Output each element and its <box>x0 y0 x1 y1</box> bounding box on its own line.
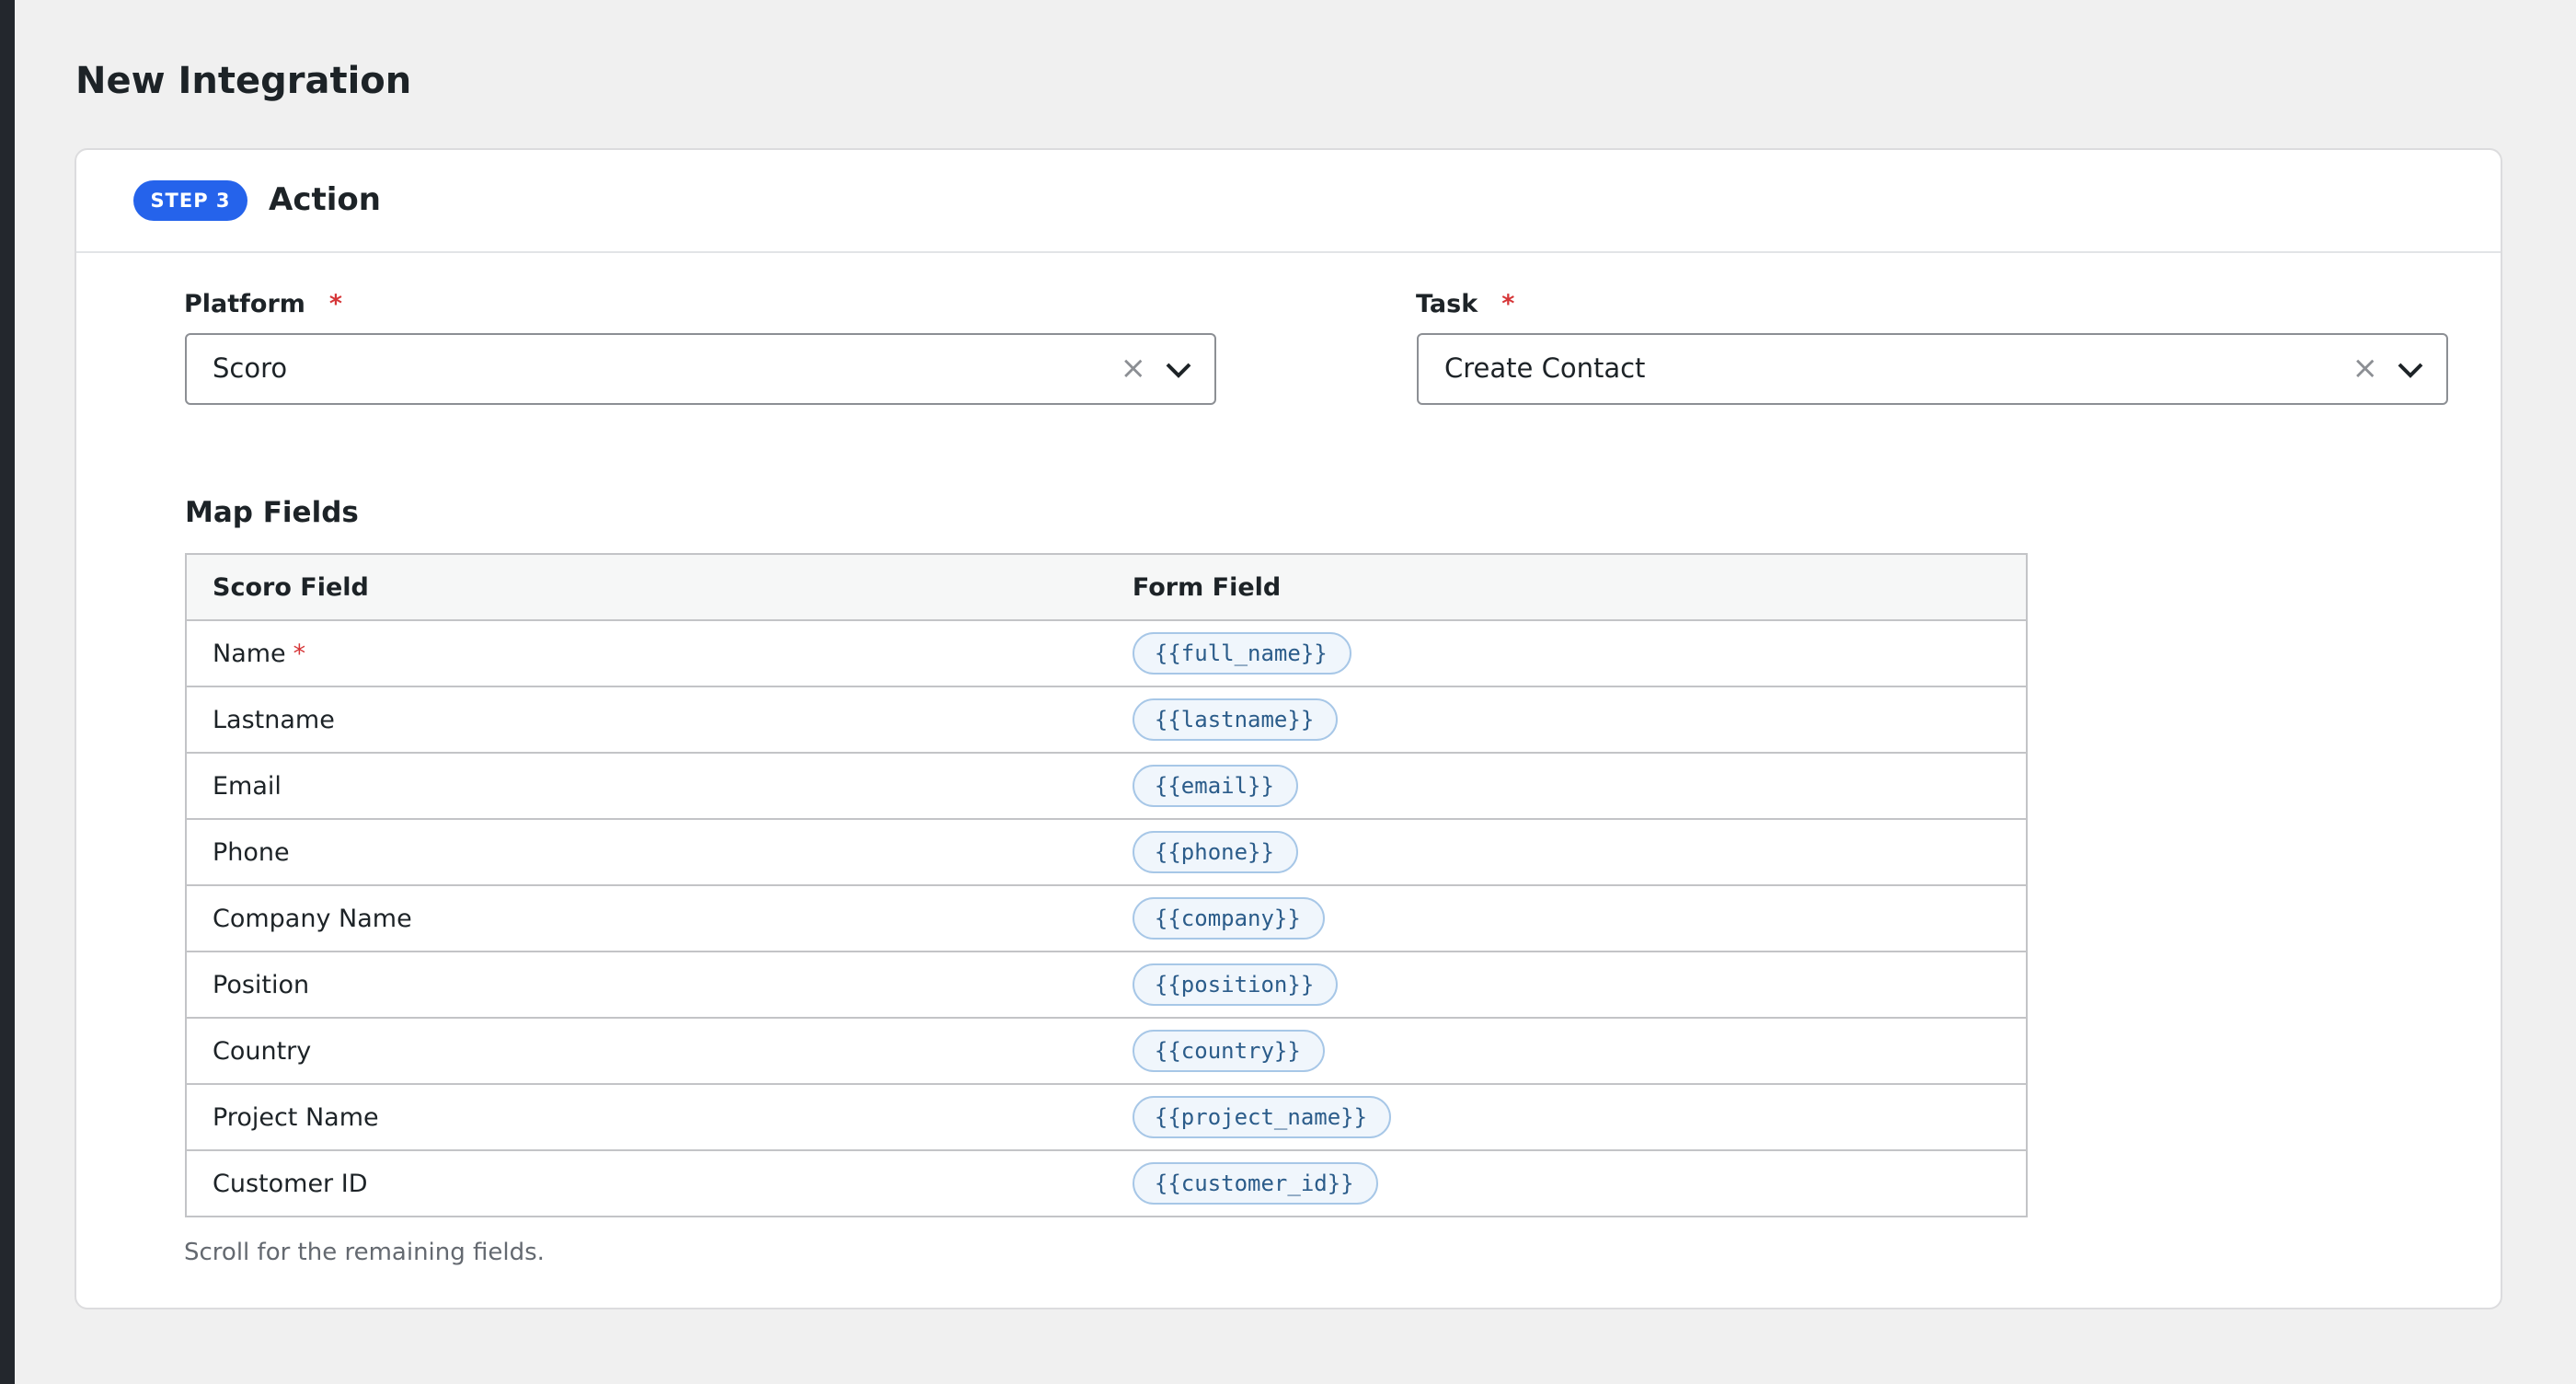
close-icon[interactable]: × <box>2352 352 2379 385</box>
form-field-token[interactable]: {{country}} <box>1132 1030 1325 1072</box>
scoro-field-cell: Position <box>186 952 1107 1019</box>
scoro-field-name: Email <box>213 771 282 801</box>
column-header-scoro-field: Scoro Field <box>186 554 1107 621</box>
chevron-down-icon[interactable] <box>2397 359 2424 381</box>
task-label-text: Task <box>1416 290 1478 318</box>
required-mark: * <box>293 639 306 668</box>
table-row: Email {{email}} <box>186 753 2027 820</box>
table-row: Project Name {{project_name}} <box>186 1084 2027 1151</box>
scoro-field-name: Position <box>213 970 310 999</box>
form-field-cell: {{position}} <box>1106 952 2027 1019</box>
chevron-down-icon[interactable] <box>1165 359 1192 381</box>
platform-required-mark: * <box>328 290 343 318</box>
scoro-field-name: Country <box>213 1036 312 1066</box>
scoro-field-cell: Lastname <box>186 686 1107 754</box>
form-field-cell: {{company}} <box>1106 885 2027 952</box>
scoro-field-cell: Country <box>186 1018 1107 1085</box>
platform-select[interactable]: Scoro × <box>185 333 1216 405</box>
table-row: Customer ID {{customer_id}} <box>186 1150 2027 1217</box>
step-title: Action <box>269 181 381 218</box>
table-row: Company Name {{company}} <box>186 885 2027 952</box>
step-header: STEP 3 Action <box>76 150 2501 253</box>
form-field-cell: {{customer_id}} <box>1106 1150 2027 1217</box>
scoro-field-name: Name <box>213 639 286 668</box>
task-label: Task * <box>1416 288 1514 321</box>
task-select[interactable]: Create Contact × <box>1417 333 2448 405</box>
form-field-token[interactable]: {{email}} <box>1132 765 1298 807</box>
table-row: Lastname {{lastname}} <box>186 686 2027 754</box>
scoro-field-name: Lastname <box>213 705 335 734</box>
table-row: Position {{position}} <box>186 952 2027 1019</box>
form-field-token[interactable]: {{full_name}} <box>1132 632 1351 675</box>
platform-select-value: Scoro <box>213 352 288 384</box>
left-edge-bar <box>0 0 15 1384</box>
integration-card: STEP 3 Action Platform * Scoro × Task * Cr… <box>75 148 2502 1309</box>
scoro-field-name: Phone <box>213 837 290 867</box>
scoro-field-name: Customer ID <box>213 1169 368 1198</box>
platform-label: Platform * <box>184 288 342 321</box>
form-field-token[interactable]: {{lastname}} <box>1132 698 1339 741</box>
scoro-field-cell: Phone <box>186 819 1107 886</box>
form-field-cell: {{full_name}} <box>1106 620 2027 687</box>
form-field-token[interactable]: {{company}} <box>1132 897 1325 940</box>
scoro-field-name: Company Name <box>213 904 412 933</box>
form-field-token[interactable]: {{customer_id}} <box>1132 1162 1378 1205</box>
form-field-cell: {{phone}} <box>1106 819 2027 886</box>
scoro-field-cell: Name * <box>186 620 1107 687</box>
page-title: New Integration <box>75 60 412 102</box>
map-fields-title: Map Fields <box>185 496 359 529</box>
table-row: Phone {{phone}} <box>186 819 2027 886</box>
form-field-cell: {{email}} <box>1106 753 2027 820</box>
scoro-field-cell: Company Name <box>186 885 1107 952</box>
column-header-form-field: Form Field <box>1106 554 2027 621</box>
form-field-cell: {{project_name}} <box>1106 1084 2027 1151</box>
scoro-field-cell: Email <box>186 753 1107 820</box>
form-field-cell: {{lastname}} <box>1106 686 2027 754</box>
scoro-field-cell: Project Name <box>186 1084 1107 1151</box>
scoro-field-cell: Customer ID <box>186 1150 1107 1217</box>
table-row: Country {{country}} <box>186 1018 2027 1085</box>
form-field-cell: {{country}} <box>1106 1018 2027 1085</box>
step-badge: STEP 3 <box>133 180 247 221</box>
scroll-hint: Scroll for the remaining fields. <box>184 1239 545 1266</box>
task-select-value: Create Contact <box>1444 352 1646 384</box>
table-header-row: Scoro Field Form Field <box>186 554 2027 621</box>
map-fields-table: Scoro Field Form Field Name * {{full_name… <box>185 553 2028 1217</box>
scoro-field-name: Project Name <box>213 1102 379 1132</box>
close-icon[interactable]: × <box>1121 352 1147 385</box>
task-required-mark: * <box>1501 290 1515 318</box>
platform-label-text: Platform <box>184 290 305 318</box>
table-row: Name * {{full_name}} <box>186 620 2027 687</box>
form-field-token[interactable]: {{phone}} <box>1132 831 1298 873</box>
form-field-token[interactable]: {{position}} <box>1132 963 1339 1006</box>
form-field-token[interactable]: {{project_name}} <box>1132 1096 1392 1138</box>
